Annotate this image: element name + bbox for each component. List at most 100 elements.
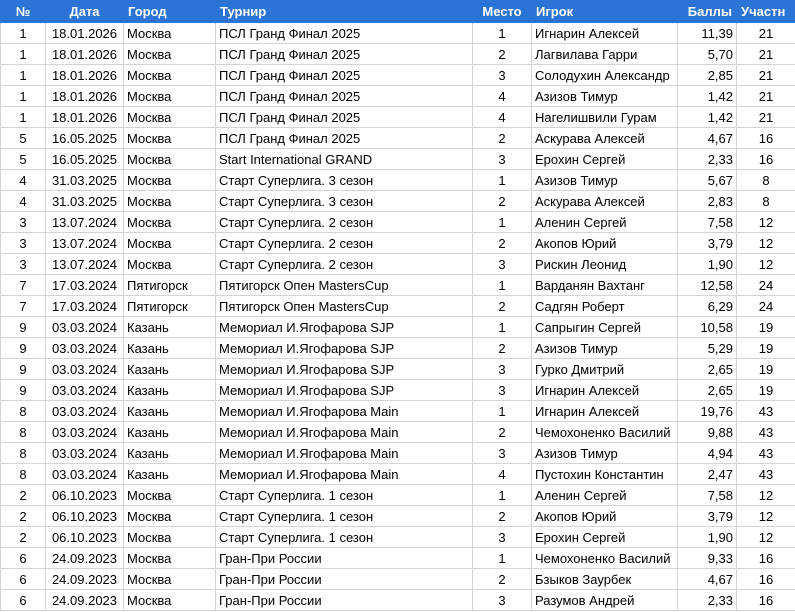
cell-date[interactable]: 03.03.2024 — [45, 337, 124, 359]
cell-place[interactable]: 1 — [472, 274, 532, 296]
cell-date[interactable]: 03.03.2024 — [45, 463, 124, 485]
table-row[interactable]: 4 31.03.2025 Москва Старт Суперлига. 3 сезо… — [0, 190, 795, 212]
cell-points[interactable]: 9,33 — [677, 547, 737, 569]
cell-points[interactable]: 11,39 — [677, 22, 737, 44]
cell-place[interactable]: 4 — [472, 463, 532, 485]
cell-tournament[interactable]: Гран-При России — [215, 568, 473, 590]
cell-points[interactable]: 2,65 — [677, 358, 737, 380]
cell-tournament[interactable]: Старт Суперлига. 1 сезон — [215, 484, 473, 506]
cell-number[interactable]: 9 — [0, 316, 46, 338]
table-row[interactable]: 9 03.03.2024 Казань Мемориал И.Ягофарова SJ… — [0, 316, 795, 338]
cell-city[interactable]: Москва — [123, 148, 216, 170]
cell-player[interactable]: Аскурава Алексей — [531, 190, 678, 212]
cell-tournament[interactable]: Гран-При России — [215, 547, 473, 569]
cell-points[interactable]: 5,67 — [677, 169, 737, 191]
cell-place[interactable]: 1 — [472, 22, 532, 44]
cell-tournament[interactable]: Старт Суперлига. 3 сезон — [215, 190, 473, 212]
cell-tournament[interactable]: Старт Суперлига. 2 сезон — [215, 253, 473, 275]
cell-participants[interactable]: 12 — [736, 211, 795, 233]
cell-tournament[interactable]: ПСЛ Гранд Финал 2025 — [215, 106, 473, 128]
cell-city[interactable]: Москва — [123, 484, 216, 506]
cell-place[interactable]: 2 — [472, 568, 532, 590]
cell-tournament[interactable]: Пятигорск Опен MastersCup — [215, 274, 473, 296]
cell-date[interactable]: 16.05.2025 — [45, 127, 124, 149]
cell-points[interactable]: 4,94 — [677, 442, 737, 464]
table-row[interactable]: 7 17.03.2024 Пятигорск Пятигорск Опен Maste… — [0, 274, 795, 296]
cell-tournament[interactable]: Мемориал И.Ягофарова Main — [215, 442, 473, 464]
cell-date[interactable]: 31.03.2025 — [45, 190, 124, 212]
cell-place[interactable]: 2 — [472, 337, 532, 359]
cell-date[interactable]: 13.07.2024 — [45, 232, 124, 254]
table-row[interactable]: 3 13.07.2024 Москва Старт Суперлига. 2 сезо… — [0, 232, 795, 254]
table-row[interactable]: 7 17.03.2024 Пятигорск Пятигорск Опен Maste… — [0, 295, 795, 317]
cell-city[interactable]: Москва — [123, 43, 216, 65]
cell-number[interactable]: 1 — [0, 106, 46, 128]
cell-player[interactable]: Гурко Дмитрий — [531, 358, 678, 380]
table-row[interactable]: 8 03.03.2024 Казань Мемориал И.Ягофарова Ma… — [0, 463, 795, 485]
cell-points[interactable]: 1,42 — [677, 85, 737, 107]
cell-participants[interactable]: 43 — [736, 463, 795, 485]
cell-tournament[interactable]: ПСЛ Гранд Финал 2025 — [215, 64, 473, 86]
cell-city[interactable]: Казань — [123, 421, 216, 443]
cell-participants[interactable]: 43 — [736, 442, 795, 464]
cell-player[interactable]: Азизов Тимур — [531, 337, 678, 359]
cell-place[interactable]: 3 — [472, 589, 532, 611]
cell-city[interactable]: Москва — [123, 547, 216, 569]
cell-tournament[interactable]: ПСЛ Гранд Финал 2025 — [215, 85, 473, 107]
cell-city[interactable]: Москва — [123, 85, 216, 107]
cell-number[interactable]: 2 — [0, 526, 46, 548]
cell-tournament[interactable]: Старт Суперлига. 1 сезон — [215, 505, 473, 527]
cell-points[interactable]: 2,33 — [677, 148, 737, 170]
cell-participants[interactable]: 12 — [736, 253, 795, 275]
cell-points[interactable]: 5,29 — [677, 337, 737, 359]
cell-points[interactable]: 2,33 — [677, 589, 737, 611]
cell-city[interactable]: Москва — [123, 22, 216, 44]
column-header-tournament[interactable]: Турнир — [215, 0, 473, 23]
cell-place[interactable]: 3 — [472, 442, 532, 464]
table-row[interactable]: 8 03.03.2024 Казань Мемориал И.Ягофарова Ma… — [0, 400, 795, 422]
cell-points[interactable]: 9,88 — [677, 421, 737, 443]
cell-points[interactable]: 2,65 — [677, 379, 737, 401]
cell-number[interactable]: 5 — [0, 148, 46, 170]
cell-city[interactable]: Москва — [123, 526, 216, 548]
cell-date[interactable]: 03.03.2024 — [45, 316, 124, 338]
cell-place[interactable]: 3 — [472, 379, 532, 401]
cell-place[interactable]: 2 — [472, 295, 532, 317]
cell-city[interactable]: Москва — [123, 589, 216, 611]
cell-points[interactable]: 2,85 — [677, 64, 737, 86]
cell-points[interactable]: 12,58 — [677, 274, 737, 296]
cell-city[interactable]: Казань — [123, 400, 216, 422]
cell-participants[interactable]: 21 — [736, 85, 795, 107]
cell-number[interactable]: 7 — [0, 295, 46, 317]
table-row[interactable]: 1 18.01.2026 Москва ПСЛ Гранд Финал 2025 1 Иг… — [0, 22, 795, 44]
cell-place[interactable]: 1 — [472, 484, 532, 506]
cell-player[interactable]: Игнарин Алексей — [531, 400, 678, 422]
cell-number[interactable]: 6 — [0, 589, 46, 611]
table-row[interactable]: 9 03.03.2024 Казань Мемориал И.Ягофарова SJ… — [0, 379, 795, 401]
cell-number[interactable]: 1 — [0, 85, 46, 107]
table-row[interactable]: 9 03.03.2024 Казань Мемориал И.Ягофарова SJ… — [0, 337, 795, 359]
cell-city[interactable]: Москва — [123, 106, 216, 128]
cell-city[interactable]: Москва — [123, 169, 216, 191]
table-row[interactable]: 2 06.10.2023 Москва Старт Суперлига. 1 сезо… — [0, 484, 795, 506]
cell-number[interactable]: 8 — [0, 463, 46, 485]
cell-tournament[interactable]: Старт Суперлига. 3 сезон — [215, 169, 473, 191]
cell-player[interactable]: Акопов Юрий — [531, 505, 678, 527]
cell-city[interactable]: Москва — [123, 190, 216, 212]
cell-points[interactable]: 1,42 — [677, 106, 737, 128]
cell-place[interactable]: 3 — [472, 358, 532, 380]
cell-place[interactable]: 1 — [472, 211, 532, 233]
cell-player[interactable]: Варданян Вахтанг — [531, 274, 678, 296]
table-row[interactable]: 8 03.03.2024 Казань Мемориал И.Ягофарова Ma… — [0, 442, 795, 464]
cell-participants[interactable]: 21 — [736, 43, 795, 65]
cell-points[interactable]: 5,70 — [677, 43, 737, 65]
cell-city[interactable]: Казань — [123, 358, 216, 380]
cell-points[interactable]: 6,29 — [677, 295, 737, 317]
cell-tournament[interactable]: Мемориал И.Ягофарова Main — [215, 421, 473, 443]
cell-date[interactable]: 24.09.2023 — [45, 589, 124, 611]
cell-points[interactable]: 3,79 — [677, 232, 737, 254]
cell-points[interactable]: 4,67 — [677, 127, 737, 149]
cell-player[interactable]: Азизов Тимур — [531, 169, 678, 191]
cell-points[interactable]: 1,90 — [677, 526, 737, 548]
table-row[interactable]: 9 03.03.2024 Казань Мемориал И.Ягофарова SJ… — [0, 358, 795, 380]
